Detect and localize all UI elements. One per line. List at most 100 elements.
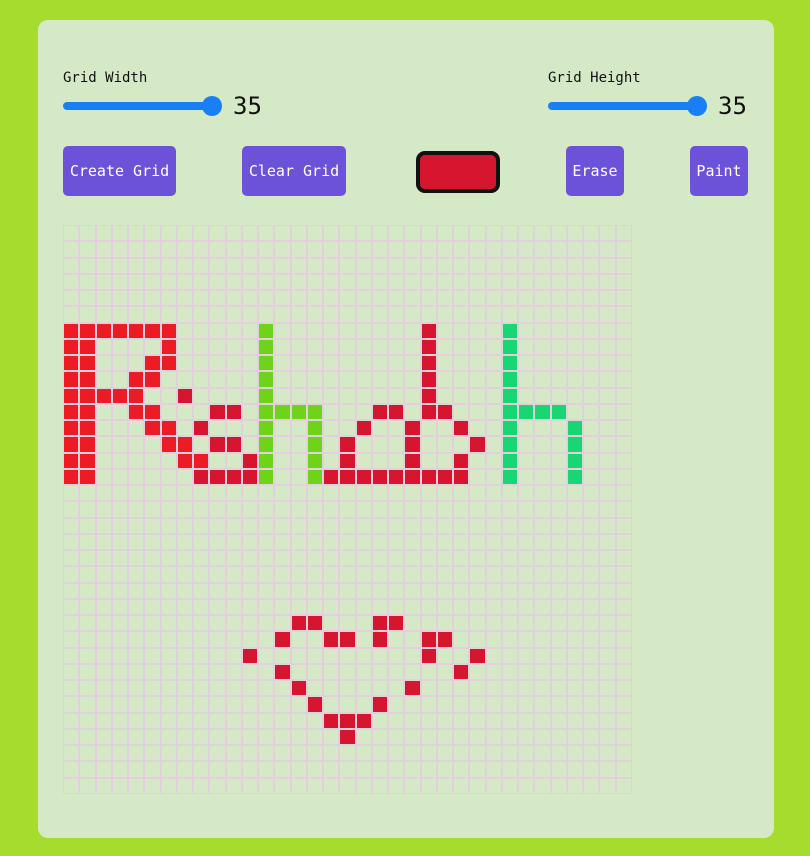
grid-cell[interactable] [469, 420, 486, 437]
grid-cell[interactable] [306, 598, 323, 615]
grid-cell[interactable] [420, 436, 437, 453]
grid-cell[interactable] [79, 273, 96, 290]
grid-cell[interactable] [583, 761, 600, 778]
grid-cell[interactable] [225, 403, 242, 420]
grid-cell[interactable] [339, 225, 356, 242]
grid-cell[interactable] [355, 712, 372, 729]
grid-cell[interactable] [160, 615, 177, 632]
grid-cell[interactable] [144, 452, 161, 469]
grid-cell[interactable] [518, 371, 535, 388]
grid-cell[interactable] [355, 631, 372, 648]
grid-cell[interactable] [355, 322, 372, 339]
grid-cell[interactable] [144, 598, 161, 615]
grid-cell[interactable] [550, 761, 567, 778]
grid-cell[interactable] [534, 745, 551, 762]
grid-cell[interactable] [404, 777, 421, 794]
grid-cell[interactable] [274, 420, 291, 437]
grid-cell[interactable] [388, 663, 405, 680]
grid-cell[interactable] [436, 728, 453, 745]
grid-cell[interactable] [550, 225, 567, 242]
grid-cell[interactable] [469, 306, 486, 323]
grid-cell[interactable] [339, 761, 356, 778]
grid-cell[interactable] [485, 647, 502, 664]
grid-cell[interactable] [128, 663, 145, 680]
grid-cell[interactable] [306, 306, 323, 323]
grid-cell[interactable] [583, 403, 600, 420]
grid-cell[interactable] [371, 696, 388, 713]
grid-cell[interactable] [339, 566, 356, 583]
grid-cell[interactable] [420, 647, 437, 664]
grid-cell[interactable] [371, 761, 388, 778]
grid-cell[interactable] [323, 338, 340, 355]
grid-cell[interactable] [193, 355, 210, 372]
grid-cell[interactable] [339, 728, 356, 745]
grid-cell[interactable] [241, 225, 258, 242]
grid-cell[interactable] [323, 696, 340, 713]
grid-cell[interactable] [566, 533, 583, 550]
grid-cell[interactable] [436, 598, 453, 615]
grid-cell[interactable] [79, 306, 96, 323]
grid-cell[interactable] [518, 647, 535, 664]
grid-cell[interactable] [485, 225, 502, 242]
grid-cell[interactable] [209, 761, 226, 778]
grid-cell[interactable] [258, 485, 275, 502]
grid-cell[interactable] [290, 420, 307, 437]
grid-cell[interactable] [128, 517, 145, 534]
grid-cell[interactable] [453, 761, 470, 778]
grid-cell[interactable] [583, 485, 600, 502]
grid-cell[interactable] [469, 582, 486, 599]
grid-cell[interactable] [469, 728, 486, 745]
grid-cell[interactable] [176, 452, 193, 469]
grid-cell[interactable] [436, 273, 453, 290]
grid-cell[interactable] [404, 257, 421, 274]
grid-cell[interactable] [420, 712, 437, 729]
grid-cell[interactable] [290, 273, 307, 290]
grid-cell[interactable] [371, 680, 388, 697]
grid-cell[interactable] [566, 355, 583, 372]
grid-cell[interactable] [566, 257, 583, 274]
grid-cell[interactable] [404, 468, 421, 485]
grid-cell[interactable] [79, 436, 96, 453]
grid-cell[interactable] [501, 420, 518, 437]
grid-cell[interactable] [306, 566, 323, 583]
grid-cell[interactable] [193, 338, 210, 355]
grid-cell[interactable] [355, 582, 372, 599]
grid-cell[interactable] [550, 322, 567, 339]
grid-cell[interactable] [583, 550, 600, 567]
grid-cell[interactable] [371, 241, 388, 258]
grid-cell[interactable] [193, 647, 210, 664]
grid-cell[interactable] [436, 712, 453, 729]
grid-cell[interactable] [225, 290, 242, 307]
grid-cell[interactable] [534, 696, 551, 713]
grid-height-slider-thumb[interactable] [687, 96, 707, 116]
grid-cell[interactable] [566, 403, 583, 420]
grid-cell[interactable] [550, 566, 567, 583]
grid-cell[interactable] [63, 680, 80, 697]
grid-cell[interactable] [241, 728, 258, 745]
grid-cell[interactable] [566, 680, 583, 697]
grid-cell[interactable] [241, 615, 258, 632]
grid-cell[interactable] [388, 501, 405, 518]
grid-cell[interactable] [144, 712, 161, 729]
grid-cell[interactable] [420, 355, 437, 372]
grid-cell[interactable] [241, 501, 258, 518]
grid-cell[interactable] [485, 257, 502, 274]
grid-cell[interactable] [193, 517, 210, 534]
grid-cell[interactable] [225, 355, 242, 372]
grid-cell[interactable] [534, 566, 551, 583]
grid-cell[interactable] [95, 680, 112, 697]
grid-cell[interactable] [518, 696, 535, 713]
grid-cell[interactable] [241, 598, 258, 615]
grid-cell[interactable] [355, 452, 372, 469]
grid-cell[interactable] [79, 290, 96, 307]
grid-cell[interactable] [160, 728, 177, 745]
grid-cell[interactable] [453, 306, 470, 323]
grid-cell[interactable] [534, 436, 551, 453]
grid-cell[interactable] [274, 712, 291, 729]
grid-cell[interactable] [420, 631, 437, 648]
grid-cell[interactable] [144, 631, 161, 648]
grid-cell[interactable] [453, 631, 470, 648]
grid-cell[interactable] [453, 257, 470, 274]
grid-cell[interactable] [225, 761, 242, 778]
grid-cell[interactable] [258, 322, 275, 339]
